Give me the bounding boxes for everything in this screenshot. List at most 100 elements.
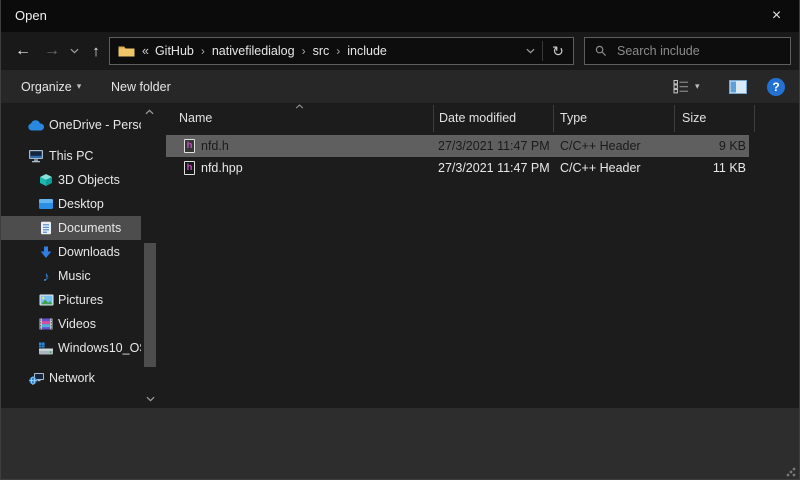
search-box [584, 37, 791, 65]
music-note-glyph: ♪ [43, 269, 50, 283]
chevron-down-icon [146, 396, 155, 402]
file-row-nfd-hpp[interactable]: h nfd.hpp 27/3/2021 11:47 PM C/C++ Heade… [166, 157, 749, 179]
breadcrumb-segment-github[interactable]: GitHub [151, 44, 198, 58]
breadcrumb-separator: › [299, 44, 309, 58]
download-arrow-icon [37, 246, 55, 259]
picture-icon [37, 294, 55, 306]
preview-pane-icon [729, 80, 747, 94]
breadcrumb-segment-include[interactable]: include [343, 44, 391, 58]
preview-pane-button[interactable] [729, 70, 747, 103]
window-title: Open [15, 0, 47, 32]
dropdown-caret-icon: ▾ [77, 81, 82, 92]
file-size: 9 KB [626, 135, 746, 157]
scroll-down-button[interactable] [142, 392, 158, 406]
dialog-footer: File name: Headers (*.h;*.hpp) Open Canc… [1, 408, 799, 480]
breadcrumb-separator: › [198, 44, 208, 58]
sidebar-item-label: Network [49, 371, 95, 385]
help-button[interactable]: ? [767, 70, 785, 103]
sort-ascending-icon [295, 104, 304, 109]
column-divider[interactable] [674, 105, 675, 132]
change-view-button[interactable]: ▾ [673, 70, 700, 103]
breadcrumb-overflow[interactable]: « [142, 44, 151, 58]
help-icon: ? [767, 78, 785, 96]
sidebar-item-label: Pictures [58, 293, 103, 307]
organize-label: Organize [21, 80, 72, 94]
hard-drive-icon [37, 342, 55, 355]
sidebar-item-this-pc[interactable]: This PC [1, 144, 141, 168]
sidebar-item-windows10-os[interactable]: Windows10_OS ( [1, 336, 141, 360]
column-divider[interactable] [553, 105, 554, 132]
scrollbar-thumb[interactable] [144, 243, 156, 367]
file-name: nfd.hpp [201, 157, 243, 179]
refresh-button[interactable]: ↻ [543, 38, 573, 64]
sidebar-item-pictures[interactable]: Pictures [1, 288, 141, 312]
sidebar-item-music[interactable]: ♪ Music [1, 264, 141, 288]
sidebar-item-network[interactable]: Network [1, 366, 141, 390]
close-button[interactable]: × [754, 0, 799, 32]
sidebar-scrollbar[interactable] [142, 103, 158, 408]
sidebar-item-3d-objects[interactable]: 3D Objects [1, 168, 141, 192]
close-icon: × [772, 7, 781, 25]
sidebar-item-onedrive[interactable]: OneDrive - Persor [1, 113, 141, 137]
sidebar-item-label: Windows10_OS ( [58, 341, 141, 355]
header-file-icon: h [184, 161, 195, 175]
sidebar-item-label: 3D Objects [58, 173, 120, 187]
chevron-up-icon [146, 109, 155, 115]
sidebar-item-downloads[interactable]: Downloads [1, 240, 141, 264]
scroll-up-button[interactable] [142, 105, 158, 119]
column-header-date-modified[interactable]: Date modified [439, 104, 516, 134]
forward-button[interactable]: → [38, 37, 66, 65]
file-date-modified: 27/3/2021 11:47 PM [438, 157, 550, 179]
network-computers-icon [27, 372, 45, 385]
sidebar-item-label: Music [58, 269, 91, 283]
desktop-screen-icon [37, 198, 55, 210]
chevron-down-icon [70, 48, 79, 54]
file-date-modified: 27/3/2021 11:47 PM [438, 135, 550, 157]
recent-locations-button[interactable] [65, 37, 83, 65]
breadcrumb-segment-nativefiledialog[interactable]: nativefiledialog [208, 44, 299, 58]
new-folder-button[interactable]: New folder [111, 70, 171, 103]
navigation-bar: ← → ↑ « GitHub › nativefiledialog › src … [1, 32, 799, 70]
file-icon-letter: h [184, 161, 195, 175]
file-name: nfd.h [201, 135, 229, 157]
back-button[interactable]: ← [9, 37, 37, 65]
sidebar-item-desktop[interactable]: Desktop [1, 192, 141, 216]
sidebar-item-label: This PC [49, 149, 93, 163]
column-header-type[interactable]: Type [560, 104, 587, 134]
file-list: h nfd.h 27/3/2021 11:47 PM C/C++ Header … [166, 135, 749, 179]
column-divider[interactable] [754, 105, 755, 132]
file-size: 11 KB [626, 157, 746, 179]
column-header-name[interactable]: Name [179, 104, 212, 134]
computer-monitor-icon [27, 149, 45, 163]
resize-grip[interactable] [786, 467, 796, 477]
address-bar[interactable]: « GitHub › nativefiledialog › src › incl… [109, 37, 574, 65]
file-row-nfd-h[interactable]: h nfd.h 27/3/2021 11:47 PM C/C++ Header … [166, 135, 749, 157]
column-header-size[interactable]: Size [682, 104, 706, 134]
search-input[interactable] [615, 43, 790, 59]
breadcrumb-segment-src[interactable]: src [309, 44, 334, 58]
forward-arrow-icon: → [44, 42, 60, 60]
film-frame-icon [37, 318, 55, 330]
sidebar-item-videos[interactable]: Videos [1, 312, 141, 336]
sidebar-item-label: Desktop [58, 197, 104, 211]
command-toolbar: Organize ▾ New folder ▾ ? [1, 70, 799, 103]
title-bar: Open × [1, 0, 799, 32]
sidebar-item-documents[interactable]: Documents [1, 216, 141, 240]
sidebar-item-label: OneDrive - Persor [49, 118, 141, 132]
sidebar-item-label: Documents [58, 221, 121, 235]
main-content: OneDrive - Persor This PC 3D Objects Des… [1, 103, 799, 408]
file-icon-letter: h [184, 139, 195, 153]
address-dropdown-button[interactable] [518, 38, 542, 64]
column-divider[interactable] [433, 105, 434, 132]
document-icon [37, 221, 55, 235]
chevron-down-icon [526, 48, 535, 54]
organize-button[interactable]: Organize ▾ [21, 70, 81, 103]
search-icon [595, 45, 607, 57]
new-folder-label: New folder [111, 80, 171, 94]
details-view-icon [673, 79, 690, 94]
up-button[interactable]: ↑ [83, 37, 109, 65]
header-file-icon: h [184, 139, 195, 153]
onedrive-cloud-icon [27, 120, 45, 131]
up-arrow-icon: ↑ [92, 43, 100, 60]
music-note-icon: ♪ [37, 269, 55, 283]
